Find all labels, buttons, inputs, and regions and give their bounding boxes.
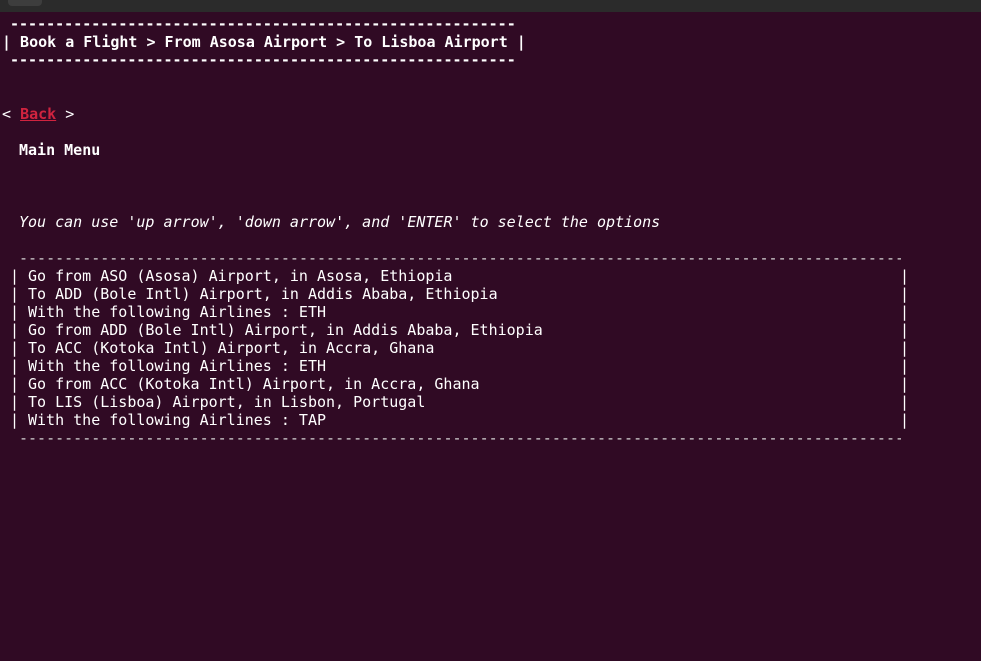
itinerary-right-bar: | xyxy=(900,357,910,375)
main-menu-option[interactable]: Main Menu xyxy=(19,141,100,159)
window-tab[interactable] xyxy=(8,0,42,6)
itinerary-line-text: To ACC (Kotoka Intl) Airport, in Accra, … xyxy=(28,339,435,357)
itinerary-left-bar: | xyxy=(10,393,20,411)
itinerary-line-text: To LIS (Lisboa) Airport, in Lisbon, Port… xyxy=(28,393,426,411)
itinerary-line: | Go from ADD (Bole Intl) Airport, in Add… xyxy=(10,321,912,339)
itinerary-line-text: To ADD (Bole Intl) Airport, in Addis Aba… xyxy=(28,285,498,303)
itinerary-left-bar: | xyxy=(10,321,20,339)
itinerary-line-text: Go from ADD (Bole Intl) Airport, in Addi… xyxy=(28,321,543,339)
breadcrumb-top-border: ----------------------------------------… xyxy=(10,15,516,33)
itinerary-top-border: ----------------------------------------… xyxy=(19,249,901,267)
itinerary-line: | To ADD (Bole Intl) Airport, in Addis Ab… xyxy=(10,285,912,303)
itinerary-right-bar: | xyxy=(900,321,910,339)
itinerary-line-text: With the following Airlines : TAP xyxy=(28,411,327,429)
itinerary-line-text: With the following Airlines : ETH xyxy=(28,357,327,375)
itinerary-line-text: Go from ACC (Kotoka Intl) Airport, in Ac… xyxy=(28,375,480,393)
back-nav: < Back > xyxy=(2,105,74,123)
itinerary-line: | With the following Airlines : ETH | xyxy=(10,303,912,321)
itinerary-line: | Go from ACC (Kotoka Intl) Airport, in A… xyxy=(10,375,912,393)
itinerary-right-bar: | xyxy=(900,303,910,321)
itinerary-left-bar: | xyxy=(10,303,20,321)
itinerary-left-bar: | xyxy=(10,267,20,285)
itinerary-left-bar: | xyxy=(10,357,20,375)
itinerary-line: | To ACC (Kotoka Intl) Airport, in Accra,… xyxy=(10,339,912,357)
breadcrumb: | Book a Flight > From Asosa Airport > T… xyxy=(2,33,526,51)
itinerary-right-bar: | xyxy=(900,267,910,285)
navigation-hint: You can use 'up arrow', 'down arrow', an… xyxy=(19,213,661,231)
back-close-bracket: > xyxy=(56,105,75,123)
itinerary-line: | With the following Airlines : TAP | xyxy=(10,411,912,429)
itinerary-line-text: With the following Airlines : ETH xyxy=(28,303,327,321)
itinerary-bottom-border: ----------------------------------------… xyxy=(19,429,901,447)
itinerary-left-bar: | xyxy=(10,411,20,429)
itinerary-right-bar: | xyxy=(900,411,910,429)
itinerary-right-bar: | xyxy=(900,393,910,411)
itinerary-line: | Go from ASO (Asosa) Airport, in Asosa, … xyxy=(10,267,912,285)
itinerary-left-bar: | xyxy=(10,285,20,303)
window-top-bar xyxy=(0,0,981,12)
breadcrumb-bottom-border: ----------------------------------------… xyxy=(10,51,516,69)
itinerary-right-bar: | xyxy=(900,375,910,393)
back-open-bracket: < xyxy=(2,105,21,123)
itinerary-left-bar: | xyxy=(10,339,20,357)
back-link[interactable]: Back xyxy=(20,105,56,123)
itinerary-left-bar: | xyxy=(10,375,20,393)
itinerary-right-bar: | xyxy=(900,339,910,357)
itinerary-line: | To LIS (Lisboa) Airport, in Lisbon, Por… xyxy=(10,393,912,411)
itinerary-line-text: Go from ASO (Asosa) Airport, in Asosa, E… xyxy=(28,267,453,285)
itinerary-line: | With the following Airlines : ETH | xyxy=(10,357,912,375)
itinerary-right-bar: | xyxy=(900,285,910,303)
